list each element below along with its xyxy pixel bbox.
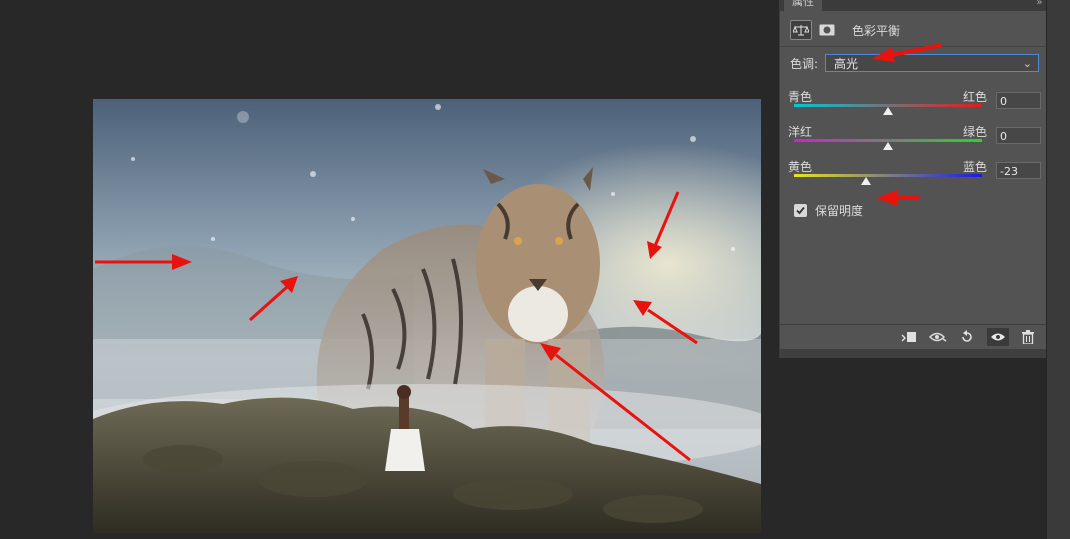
annotation-arrows (95, 43, 943, 462)
